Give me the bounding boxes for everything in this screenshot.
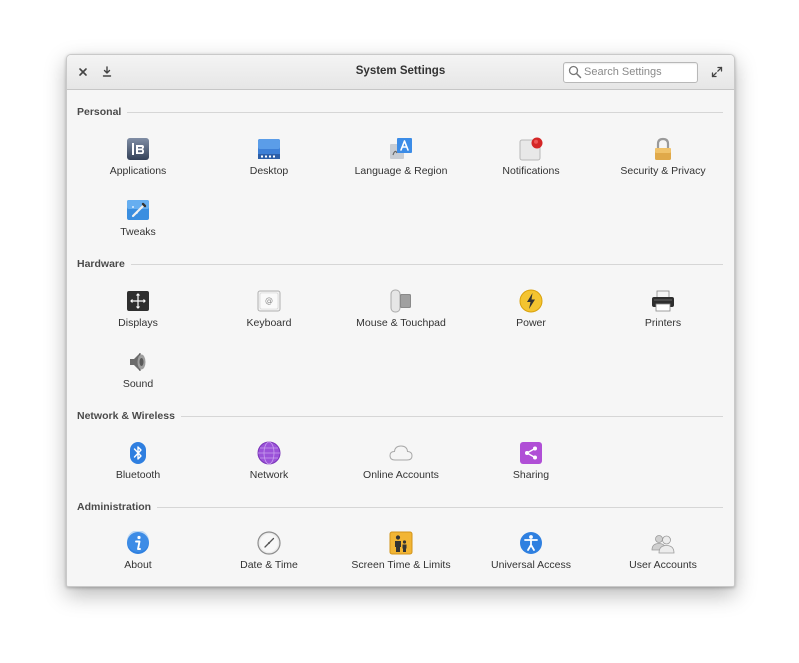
item-printers[interactable]: Printers — [598, 289, 728, 341]
accessibility-icon — [520, 532, 542, 554]
lock-icon — [655, 137, 671, 160]
item-universal-access[interactable]: Universal Access — [466, 531, 596, 583]
titlebar[interactable]: System Settings — [67, 55, 734, 90]
item-keyboard[interactable]: @ Keyboard — [204, 289, 334, 341]
item-label: Printers — [644, 317, 682, 329]
item-label: Bluetooth — [115, 469, 161, 481]
section-header-network-wireless: Network & Wireless — [77, 409, 723, 423]
section-header-hardware: Hardware — [77, 257, 723, 271]
section-divider — [127, 111, 723, 113]
keyboard-icon: @ — [257, 290, 281, 312]
item-about[interactable]: About — [73, 531, 203, 583]
section-label: Administration — [77, 501, 152, 513]
section-header-personal: Personal — [77, 105, 723, 119]
item-label: Universal Access — [491, 559, 571, 571]
item-label: Language & Region — [354, 165, 448, 177]
item-network[interactable]: Network — [204, 441, 334, 493]
tweaks-icon — [127, 200, 149, 220]
bluetooth-icon — [130, 442, 146, 464]
printer-icon — [652, 290, 674, 312]
item-tweaks[interactable]: Tweaks — [73, 198, 203, 250]
search-input[interactable] — [584, 64, 692, 79]
item-online-accounts[interactable]: Online Accounts — [336, 441, 466, 493]
item-label: Mouse & Touchpad — [356, 317, 446, 329]
item-security-privacy[interactable]: Security & Privacy — [598, 137, 728, 189]
item-label: Tweaks — [120, 226, 156, 238]
item-label: Sharing — [512, 469, 550, 481]
item-notifications[interactable]: Notifications — [466, 137, 596, 189]
share-icon — [520, 442, 542, 464]
item-label: Notifications — [502, 165, 560, 177]
search-field[interactable] — [563, 62, 698, 83]
item-applications[interactable]: Applications — [73, 137, 203, 189]
item-label: Date & Time — [240, 559, 298, 571]
expand-icon — [711, 66, 723, 78]
settings-grid: Personal Applications Desktop Language &… — [67, 90, 734, 586]
system-settings-window: System Settings Personal — [66, 54, 735, 587]
item-sharing[interactable]: Sharing — [466, 441, 596, 493]
section-header-administration: Administration — [77, 500, 723, 514]
item-sound[interactable]: Sound — [73, 350, 203, 402]
notifications-icon — [519, 137, 543, 161]
clock-icon — [257, 531, 281, 555]
item-desktop[interactable]: Desktop — [204, 137, 334, 189]
mouse-touchpad-icon — [390, 289, 411, 313]
item-label: Online Accounts — [363, 469, 439, 481]
language-region-icon — [390, 138, 412, 159]
item-language-region[interactable]: Language & Region — [336, 137, 466, 189]
item-label: Sound — [122, 378, 154, 390]
info-icon — [127, 531, 149, 554]
item-label: Power — [516, 317, 546, 329]
item-screen-time-limits[interactable]: Screen Time & Limits — [336, 531, 466, 583]
item-label: About — [124, 559, 152, 571]
applications-icon — [127, 138, 149, 160]
user-accounts-icon — [651, 535, 675, 554]
item-label: Screen Time & Limits — [351, 559, 451, 571]
section-label: Network & Wireless — [77, 410, 175, 422]
cloud-icon — [389, 445, 413, 461]
item-power[interactable]: Power — [466, 289, 596, 341]
network-icon — [257, 441, 281, 465]
power-icon — [519, 289, 543, 313]
item-date-time[interactable]: Date & Time — [204, 531, 334, 583]
section-label: Personal — [77, 106, 122, 118]
displays-icon — [127, 291, 149, 311]
fullscreen-button[interactable] — [709, 64, 725, 80]
desktop-icon — [258, 139, 280, 159]
item-user-accounts[interactable]: User Accounts — [598, 531, 728, 583]
section-divider — [157, 506, 723, 508]
item-mouse-touchpad[interactable]: Mouse & Touchpad — [336, 289, 466, 341]
svg-text:@: @ — [265, 296, 273, 305]
section-divider — [180, 415, 723, 417]
item-label: Security & Privacy — [620, 165, 706, 177]
speaker-icon — [130, 353, 146, 371]
section-label: Hardware — [77, 258, 125, 270]
item-label: Network — [249, 469, 289, 481]
item-displays[interactable]: Displays — [73, 289, 203, 341]
item-bluetooth[interactable]: Bluetooth — [73, 441, 203, 493]
item-label: Keyboard — [246, 317, 292, 329]
search-icon — [568, 65, 582, 79]
item-label: Applications — [109, 165, 167, 177]
section-divider — [130, 263, 723, 265]
item-label: Displays — [118, 317, 158, 329]
item-label: User Accounts — [629, 559, 697, 571]
item-label: Desktop — [249, 165, 289, 177]
screen-time-icon — [389, 531, 413, 555]
